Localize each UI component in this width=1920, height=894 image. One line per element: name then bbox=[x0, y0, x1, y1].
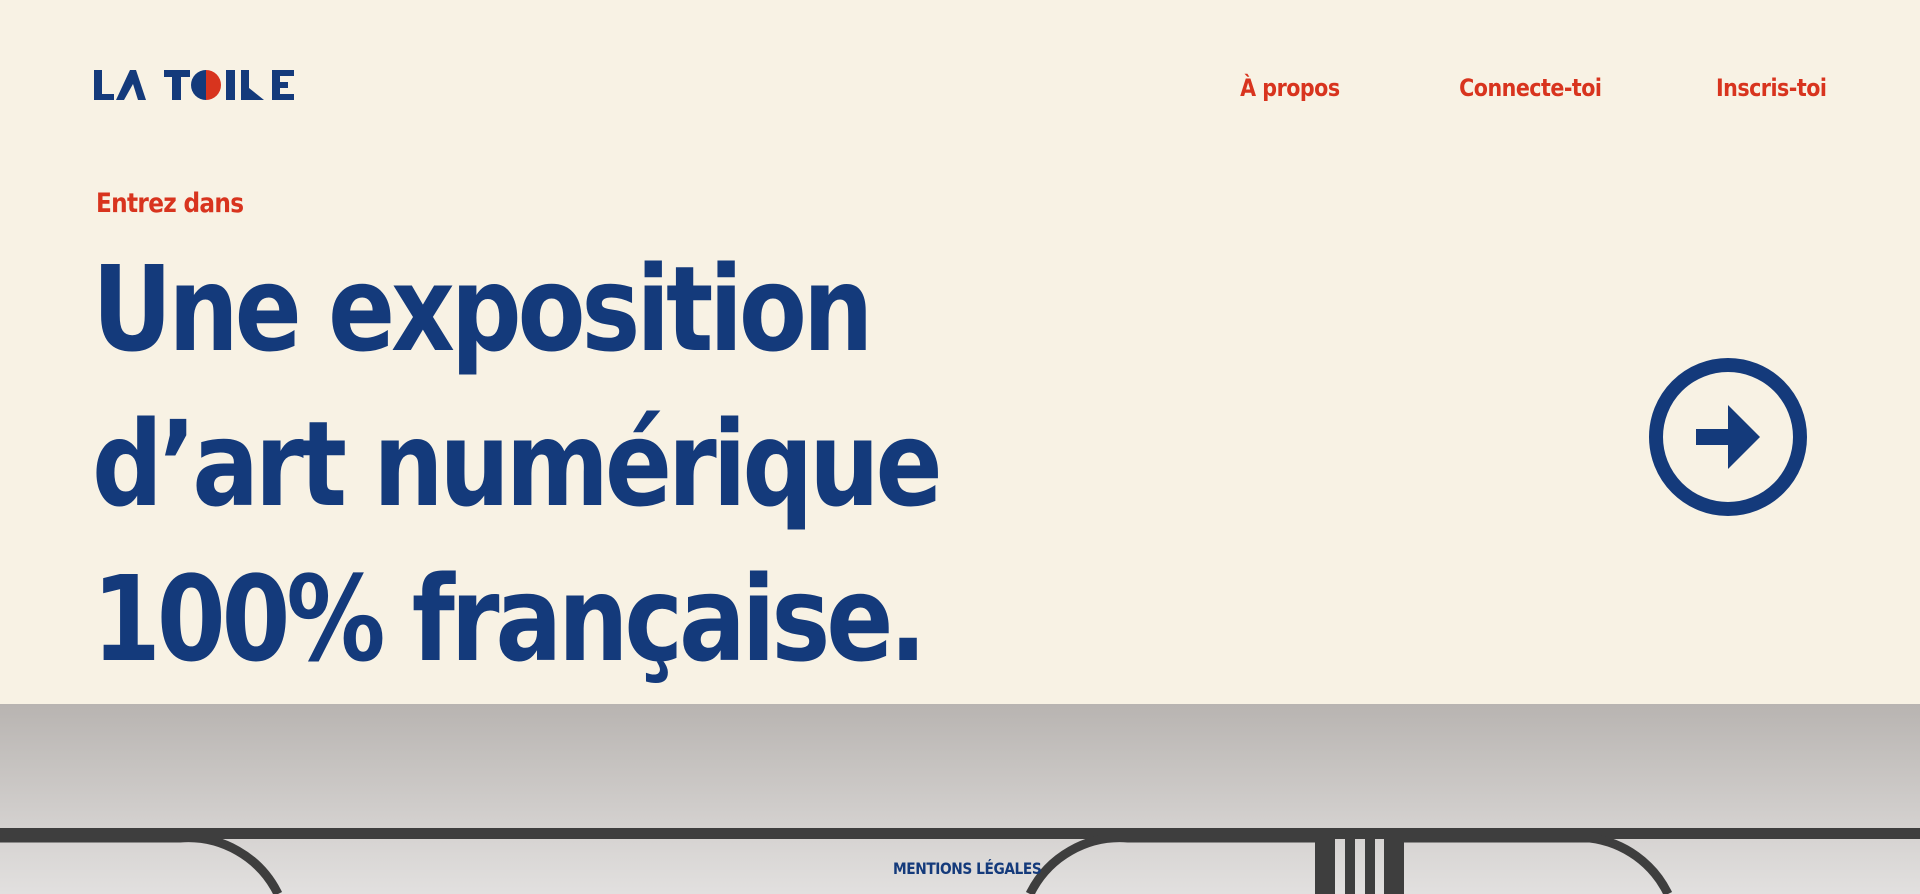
hero-kicker: Entrez dans bbox=[96, 188, 244, 219]
nav-link-signup[interactable]: Inscris-toi bbox=[1716, 74, 1827, 102]
footer: MENTIONS LÉGALES bbox=[0, 704, 1920, 894]
main-nav: À propos Connecte-toi Inscris-toi bbox=[1128, 74, 1827, 102]
page: À propos Connecte-toi Inscris-toi Entrez… bbox=[0, 0, 1920, 894]
nav-link-about[interactable]: À propos bbox=[1241, 74, 1341, 102]
nav-link-login[interactable]: Connecte-toi bbox=[1459, 74, 1602, 102]
logo-wordmark-icon bbox=[94, 70, 294, 100]
logo[interactable] bbox=[94, 70, 306, 104]
hero-headline: Une exposition d’art numérique 100% fran… bbox=[92, 232, 943, 697]
headline-line-2: d’art numérique bbox=[92, 395, 943, 533]
headline-line-3: 100% française. bbox=[92, 550, 927, 688]
hero-section: À propos Connecte-toi Inscris-toi Entrez… bbox=[0, 0, 1920, 704]
headline-line-1: Une exposition bbox=[92, 240, 873, 378]
legal-notice-link[interactable]: MENTIONS LÉGALES bbox=[893, 859, 1042, 878]
enter-exhibition-button[interactable] bbox=[1648, 357, 1808, 517]
arrow-right-circle-icon bbox=[1649, 358, 1807, 516]
